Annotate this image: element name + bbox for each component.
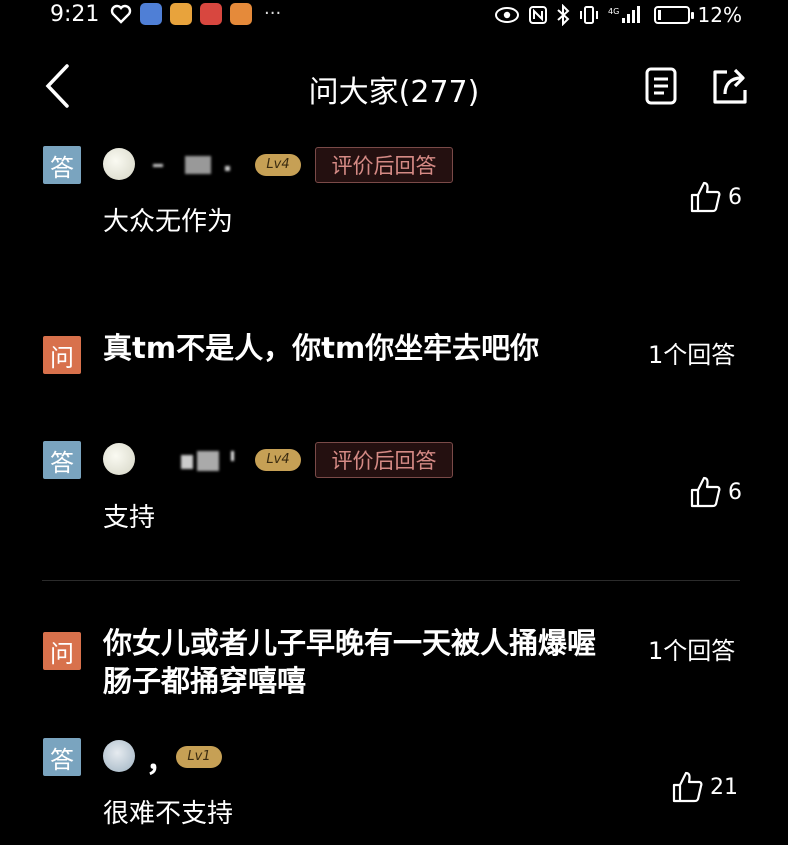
notification-icons: ···: [110, 3, 281, 25]
svg-text:4G: 4G: [608, 7, 619, 16]
like-count: 6: [728, 184, 742, 210]
app-icon-blue: [140, 3, 162, 25]
answer-badge: 答: [43, 146, 81, 184]
question-badge: 问: [43, 336, 81, 374]
avatar[interactable]: [103, 740, 135, 772]
status-bar: 9:21 ··· 4G 12%: [0, 0, 788, 30]
signal-icon: 4G: [608, 6, 640, 23]
username-blurred: [145, 154, 241, 176]
top-nav-bar: 问大家(277): [0, 55, 788, 117]
document-button[interactable]: [640, 65, 682, 107]
like-button[interactable]: 6: [688, 180, 742, 214]
like-count: 21: [710, 774, 738, 800]
app-icon-orange: [170, 3, 192, 25]
vibrate-icon: [579, 6, 598, 24]
status-time: 9:21: [50, 2, 100, 27]
battery-percent: 12%: [697, 3, 742, 27]
avatar[interactable]: [103, 443, 135, 475]
answer-count[interactable]: 1个回答: [648, 335, 735, 370]
like-count: 6: [728, 479, 742, 505]
status-right: 4G 12%: [494, 0, 742, 30]
more-notifications-icon: ···: [264, 3, 282, 24]
avatar[interactable]: [103, 148, 135, 180]
question-text[interactable]: 真tm不是人，你tm你坐牢去吧你: [103, 329, 613, 367]
app-icon-red: [200, 3, 222, 25]
like-button[interactable]: 6: [688, 475, 742, 509]
review-to-answer-button[interactable]: 评价后回答: [315, 442, 453, 478]
level-badge: Lv4: [255, 154, 301, 176]
username-blurred: [145, 449, 241, 471]
answer-badge: 答: [43, 441, 81, 479]
battery-icon: [653, 6, 694, 24]
question-text[interactable]: 你女儿或者儿子早晚有一天被人捅爆喔 肠子都捅穿嘻嘻: [103, 624, 613, 700]
answer-count[interactable]: 1个回答: [648, 631, 735, 666]
document-icon: [645, 67, 677, 105]
level-badge: Lv4: [255, 449, 301, 471]
app-icon-orange-2: [230, 3, 252, 25]
eye-icon: [494, 7, 519, 23]
answer-text: 支持: [103, 503, 156, 533]
nfc-icon: [528, 6, 547, 24]
username-visible: ，: [146, 744, 176, 779]
bluetooth-icon: [556, 4, 569, 26]
answer-badge: 答: [43, 738, 81, 776]
level-badge: Lv1: [176, 746, 222, 768]
like-button[interactable]: 21: [670, 770, 738, 804]
share-icon: [713, 68, 747, 104]
review-to-answer-button[interactable]: 评价后回答: [315, 147, 453, 183]
answer-text: 很难不支持: [103, 799, 234, 829]
question-badge: 问: [43, 632, 81, 670]
divider: [42, 580, 740, 581]
thumbs-up-icon: [672, 771, 703, 803]
heart-pulse-icon: [110, 4, 132, 24]
thumbs-up-icon: [690, 476, 721, 508]
answer-text: 大众无作为: [103, 207, 234, 237]
thumbs-up-icon: [690, 181, 721, 213]
share-button[interactable]: [708, 65, 750, 107]
